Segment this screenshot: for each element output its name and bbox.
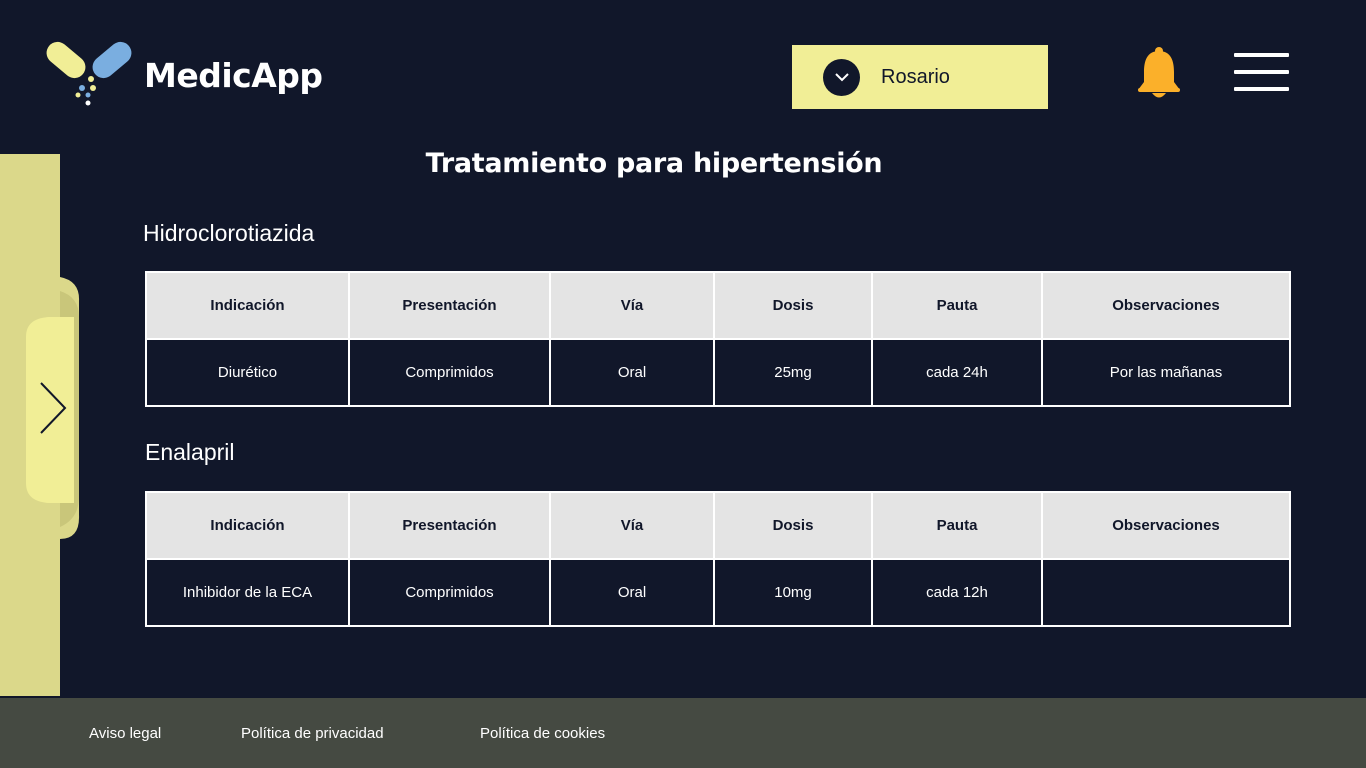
medication-name: Hidroclorotiazida [143,220,315,246]
column-header: Observaciones [1041,491,1291,560]
footer-link-privacy[interactable]: Política de privacidad [241,725,384,742]
chevron-right-icon [40,382,67,434]
hamburger-menu-icon[interactable] [1234,53,1290,93]
column-header: Pauta [871,271,1043,340]
notifications-bell-icon[interactable] [1136,46,1182,105]
column-header: Indicación [145,271,350,340]
footer-link-cookies[interactable]: Política de cookies [480,725,605,742]
footer: Aviso legal Política de privacidad Polít… [0,698,1366,768]
table-cell: Inhibidor de la ECA [145,558,350,627]
column-header: Vía [549,271,715,340]
app-name: MedicApp [144,56,323,95]
table-cell: Por las mañanas [1041,338,1291,407]
table-header-row: Indicación Presentación Vía Dosis Pauta … [145,271,1291,340]
table-cell: cada 12h [871,558,1043,627]
table-cell: 10mg [713,558,873,627]
table-cell: Oral [549,338,715,407]
table-cell: Diurético [145,338,350,407]
column-header: Presentación [348,271,551,340]
column-header: Presentación [348,491,551,560]
column-header: Pauta [871,491,1043,560]
column-header: Vía [549,491,715,560]
column-header: Dosis [713,491,873,560]
medication-name: Enalapril [145,439,235,465]
table-cell [1041,558,1291,627]
table-header-row: Indicación Presentación Vía Dosis Pauta … [145,491,1291,560]
selected-user-name: Rosario [881,65,950,88]
app-logo[interactable]: MedicApp [42,38,323,108]
table-cell: Comprimidos [348,558,551,627]
medication-table: Indicación Presentación Vía Dosis Pauta … [145,491,1291,627]
medication-table: Indicación Presentación Vía Dosis Pauta … [145,271,1291,407]
column-header: Indicación [145,491,350,560]
chevron-down-icon [823,58,860,96]
table-cell: Comprimidos [348,338,551,407]
table-cell: 25mg [713,338,873,407]
user-selector[interactable]: Rosario [792,45,1048,109]
footer-link-legal[interactable]: Aviso legal [89,725,161,742]
table-row: Diurético Comprimidos Oral 25mg cada 24h… [145,338,1291,407]
pill-logo-icon [46,41,132,106]
side-panel-toggle[interactable] [26,277,80,544]
page-title: Tratamiento para hipertensión [425,148,883,179]
table-row: Inhibidor de la ECA Comprimidos Oral 10m… [145,558,1291,627]
table-cell: Oral [549,558,715,627]
table-cell: cada 24h [871,338,1043,407]
column-header: Observaciones [1041,271,1291,340]
column-header: Dosis [713,271,873,340]
